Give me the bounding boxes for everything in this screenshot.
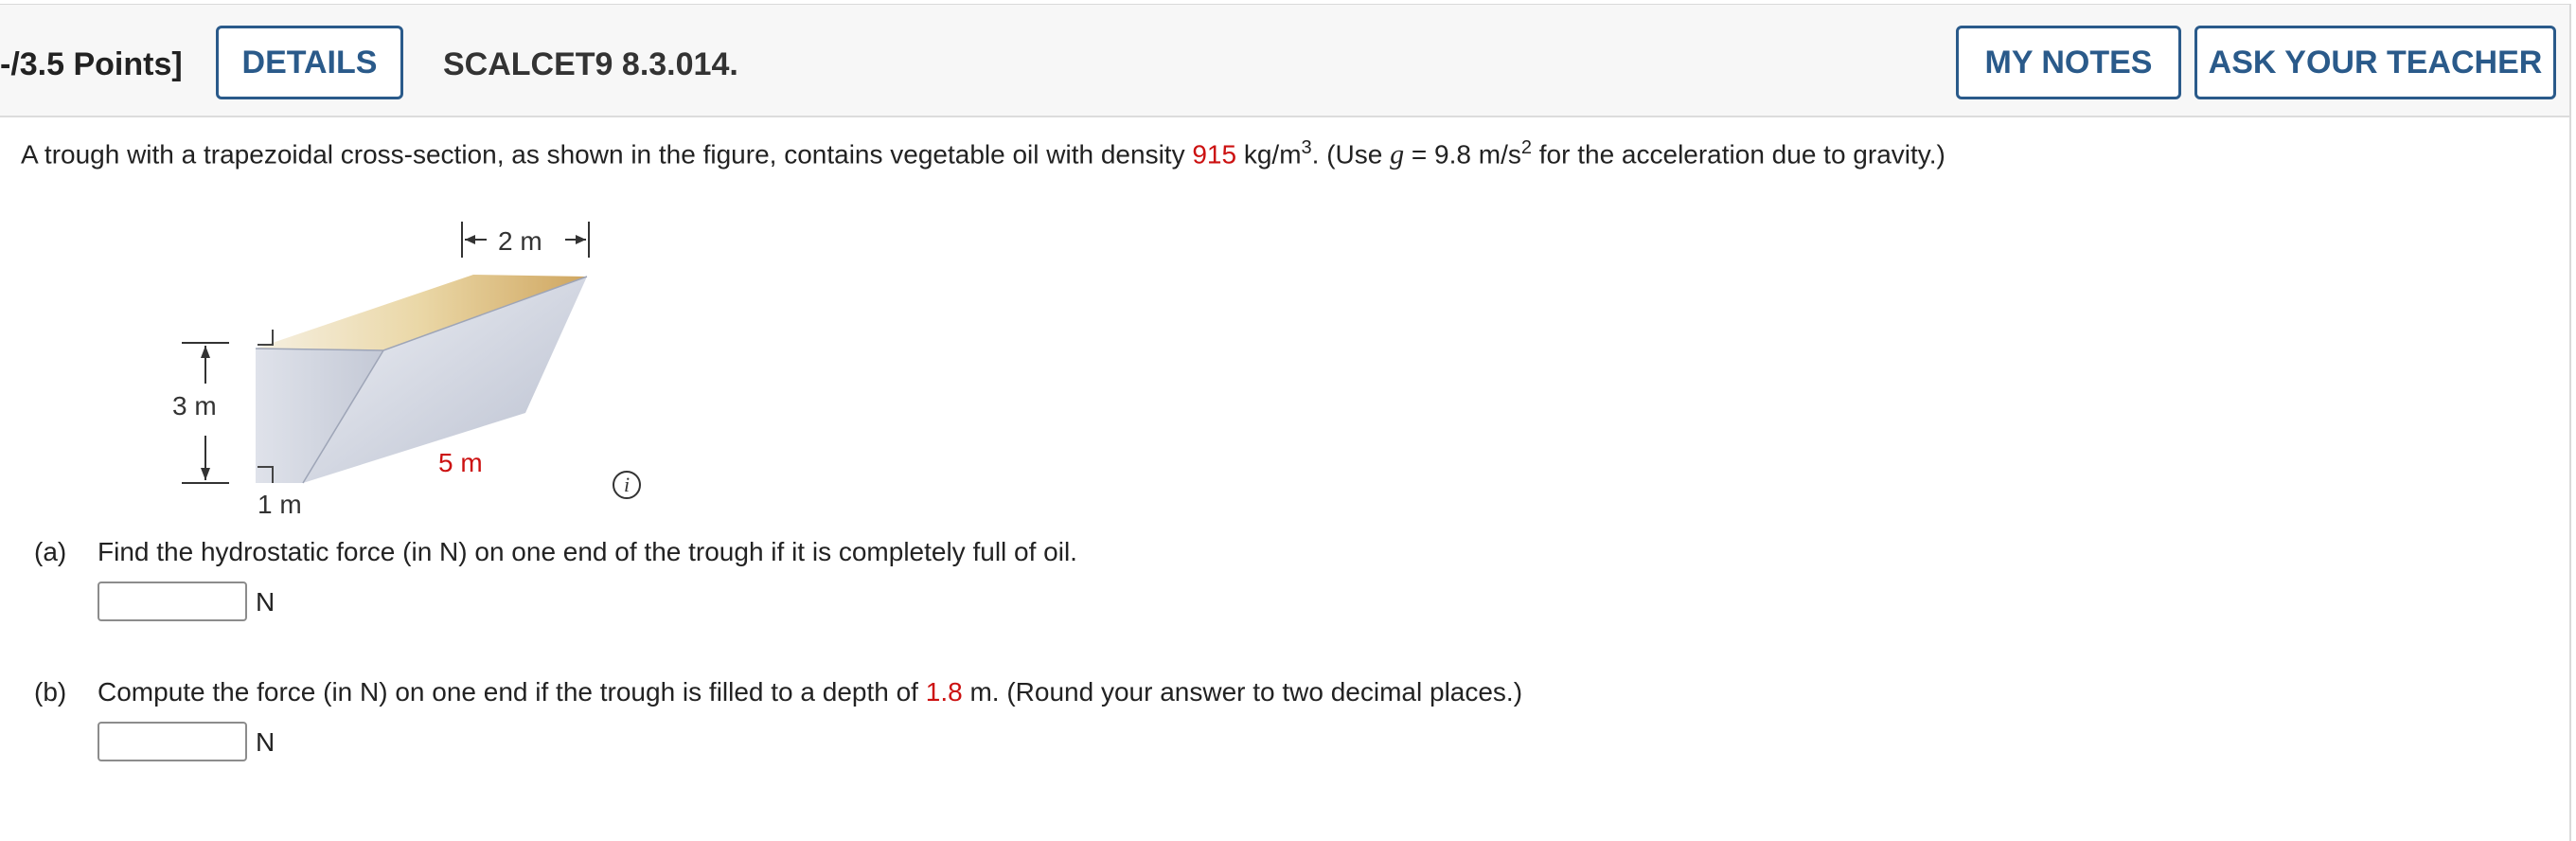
part-a-text: Find the hydrostatic force (in N) on one… [98, 537, 1077, 566]
problem-statement: A trough with a trapezoidal cross-sectio… [21, 137, 1945, 170]
info-icon[interactable]: i [613, 471, 641, 499]
height-label: 3 m [172, 391, 217, 420]
part-a-answer-input[interactable] [98, 582, 247, 621]
density-value: 915 [1192, 139, 1237, 170]
points-label: -/3.5 Points] [0, 46, 183, 82]
question-header: -/3.5 Points] DETAILS SCALCET9 8.3.014. … [0, 5, 2569, 117]
part-b-answer-input[interactable] [98, 722, 247, 761]
length-label: 5 m [438, 448, 483, 477]
part-b-unit: N [256, 727, 275, 757]
height-dimension: 3 m [172, 342, 229, 484]
part-b-text: Compute the force (in N) on one end if t… [98, 677, 1523, 707]
bottom-width-label: 1 m [258, 490, 302, 519]
details-button[interactable]: DETAILS [216, 26, 403, 99]
part-a-label: (a) [34, 537, 67, 566]
trough-figure: 2 m 3 m 5 m 1 m [172, 222, 590, 519]
my-notes-button[interactable]: MY NOTES [1956, 26, 2181, 99]
top-width-dimension: 2 m [461, 222, 590, 258]
question-id: SCALCET9 8.3.014. [443, 46, 738, 82]
ask-your-teacher-button[interactable]: ASK YOUR TEACHER [2194, 26, 2556, 99]
part-b-label: (b) [34, 677, 67, 707]
top-width-label: 2 m [498, 226, 542, 256]
part-a-unit: N [256, 587, 275, 617]
right-angle-top-icon [258, 330, 274, 346]
depth-value: 1.8 [925, 677, 963, 707]
